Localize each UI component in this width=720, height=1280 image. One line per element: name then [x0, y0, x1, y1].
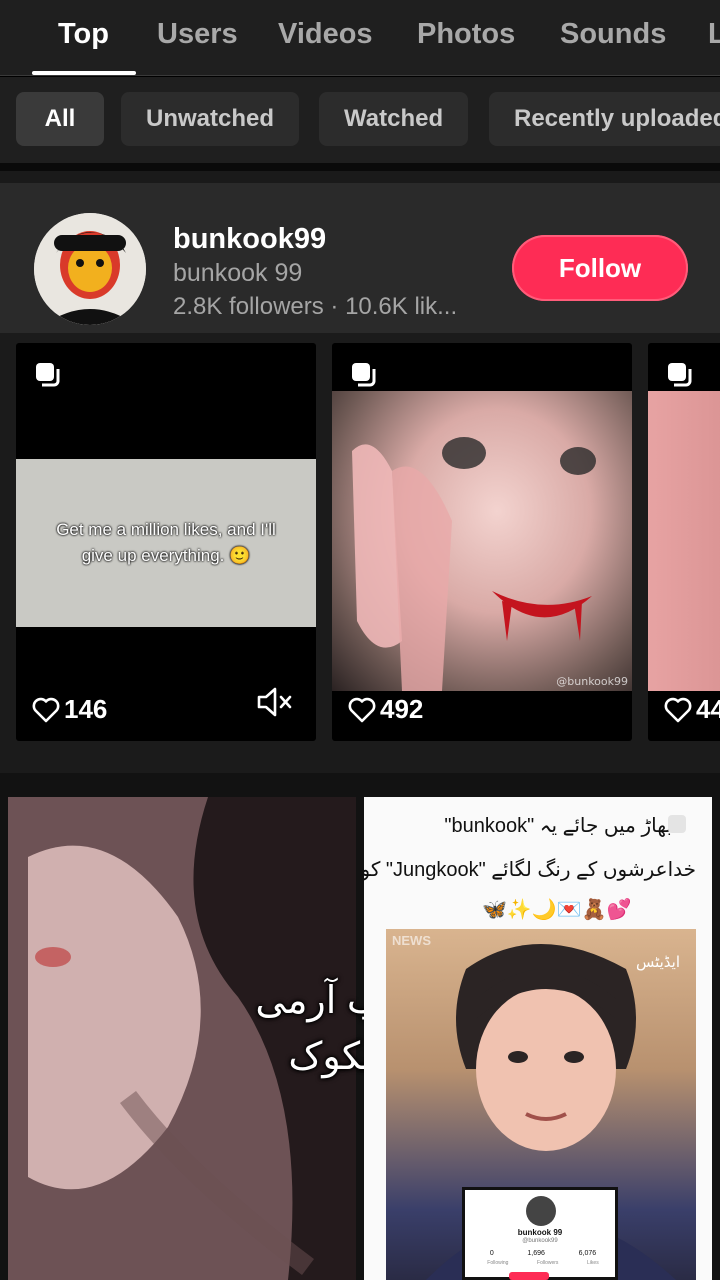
emoji-line: 🦋✨🌙💌🧸💕	[482, 899, 632, 921]
mini-stat-labels: Following Followers Likes	[473, 1260, 613, 1266]
video-thumbnail	[648, 391, 720, 691]
like-count: 492	[348, 694, 423, 725]
video-thumbnail: @bunkook99	[332, 391, 632, 691]
mini-follow-button	[509, 1272, 549, 1280]
filter-watched[interactable]: Watched	[319, 92, 469, 146]
result-tile[interactable]: بھاڑ میں جائے یہ "bunkook" خداعرشوں کے ر…	[364, 797, 712, 1280]
mini-stat-label: Likes	[587, 1260, 599, 1266]
filter-all[interactable]: All	[16, 92, 104, 146]
video-card[interactable]: @bunkook99 492	[332, 343, 632, 741]
video-strip: Get me a million likes, and I'll give up…	[0, 333, 720, 773]
follow-button[interactable]: Follow	[512, 235, 688, 301]
heart-icon	[664, 697, 692, 722]
tab-top[interactable]: Top	[58, 18, 109, 51]
multi-video-icon	[36, 363, 60, 387]
multi-photo-icon	[668, 815, 686, 833]
heart-icon	[32, 697, 60, 722]
edits-text: ایڈیٹس	[635, 954, 680, 971]
active-tab-indicator	[32, 71, 136, 75]
filter-recently-uploaded[interactable]: Recently uploaded	[489, 92, 720, 146]
filter-bar: All Unwatched Watched Recently uploaded	[0, 77, 720, 163]
like-count-value: 44	[696, 694, 720, 724]
mini-profile-name: bunkook 99	[517, 1228, 563, 1237]
mini-profile-handle: @bunkook99	[522, 1238, 558, 1244]
tab-photos[interactable]: Photos	[417, 18, 515, 51]
multi-video-icon	[668, 363, 692, 387]
photo-thumbnail: NEWS ایڈیٹس bunkook 99 @bunkook99 0 1,69…	[386, 929, 696, 1280]
mini-stat-likes: 6,076	[578, 1250, 597, 1257]
news-text: NEWS	[392, 933, 431, 948]
like-count-value: 146	[64, 694, 108, 724]
search-tabs: Top Users Videos Photos Sounds L	[0, 0, 720, 76]
mini-stat-label: Followers	[537, 1260, 559, 1266]
mini-profile-card: bunkook 99 @bunkook99 0 1,696 6,076 Foll…	[462, 1187, 618, 1280]
username[interactable]: bunkook99	[173, 223, 326, 256]
tab-users[interactable]: Users	[157, 18, 238, 51]
like-count-value: 492	[380, 694, 424, 724]
user-result-card[interactable]: bunkook99 bunkook 99 2.8K followers · 10…	[0, 171, 720, 333]
divider	[0, 163, 720, 171]
heart-icon	[348, 697, 376, 722]
filter-unwatched[interactable]: Unwatched	[121, 92, 300, 146]
mini-stat-label: Following	[487, 1260, 509, 1266]
tab-videos[interactable]: Videos	[278, 18, 373, 51]
video-card[interactable]: Get me a million likes, and I'll give up…	[16, 343, 316, 741]
video-watermark: @bunkook99	[556, 675, 628, 688]
like-count: 44	[664, 694, 720, 725]
mini-stat-followers: 1,696	[527, 1250, 545, 1257]
urdu-line-2: خداعرشوں کے رنگ لگائے "Jungkook" کو	[364, 859, 696, 881]
user-stats: 2.8K followers · 10.6K lik...	[173, 293, 458, 320]
video-card[interactable]: 44	[648, 343, 720, 741]
like-count: 146	[32, 694, 107, 725]
multi-video-icon	[352, 363, 376, 387]
urdu-line-1: بھاڑ میں جائے یہ "bunkook"	[444, 815, 672, 837]
mute-icon[interactable]	[256, 685, 294, 719]
mini-stats: 0 1,696 6,076	[473, 1250, 613, 1257]
video-caption: Get me a million likes, and I'll give up…	[16, 459, 316, 627]
nickname: bunkook 99	[173, 259, 303, 287]
tab-live[interactable]: L	[708, 18, 720, 51]
tab-sounds[interactable]: Sounds	[560, 18, 666, 51]
avatar[interactable]	[34, 213, 146, 325]
mini-stat-following: 0	[489, 1250, 494, 1257]
results-grid: کیا مطلب آرمی اب ہم بنکوک بھاڑ میں جائے …	[0, 773, 720, 1280]
mini-avatar	[526, 1196, 556, 1226]
